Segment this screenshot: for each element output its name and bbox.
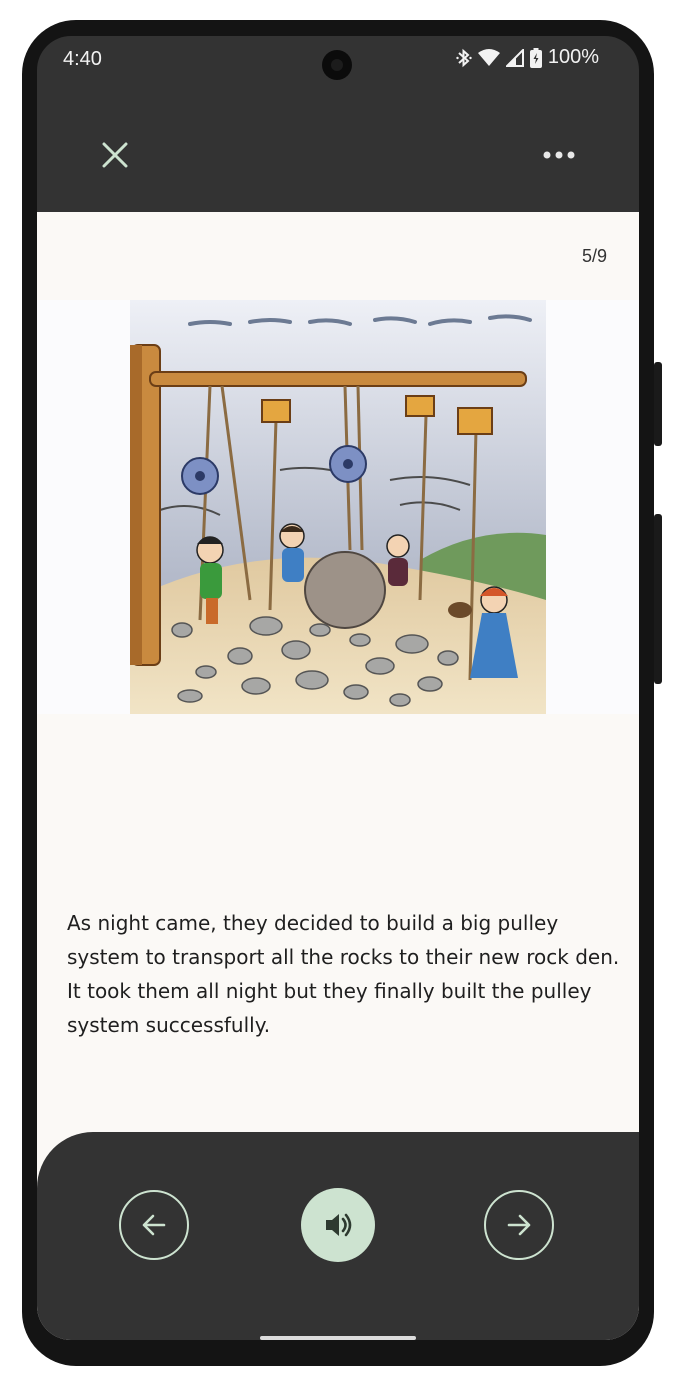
playback-controls — [37, 1132, 639, 1340]
wifi-icon — [477, 48, 500, 66]
speaker-icon — [326, 1213, 352, 1237]
arrow-right-icon — [507, 1214, 531, 1236]
illustration-area — [37, 300, 639, 714]
bluetooth-icon — [456, 48, 472, 67]
read-aloud-button[interactable] — [301, 1188, 375, 1262]
more-horizontal-icon — [543, 151, 575, 159]
more-options-button[interactable] — [535, 136, 583, 174]
status-icons: 100% — [456, 46, 599, 69]
app-bar — [37, 116, 639, 212]
cellular-icon — [505, 48, 524, 67]
volume-button — [654, 514, 662, 684]
home-indicator[interactable] — [260, 1336, 416, 1340]
battery-percent: 100% — [547, 46, 599, 68]
close-button[interactable] — [91, 136, 139, 174]
story-text: As night came, they decided to build a b… — [67, 911, 620, 1037]
story-illustration — [130, 300, 546, 714]
next-page-button[interactable] — [484, 1190, 554, 1260]
status-time: 4:40 — [63, 48, 102, 70]
arrow-left-icon — [142, 1214, 166, 1236]
close-icon — [102, 142, 128, 168]
battery-icon — [529, 47, 542, 68]
status-bar: 4:40 100% — [37, 36, 639, 82]
front-camera — [322, 50, 352, 80]
screen: 4:40 100% 5/9 As night came, they decide… — [37, 36, 639, 1340]
power-button — [654, 362, 662, 446]
page-counter: 5/9 — [581, 246, 607, 266]
previous-page-button[interactable] — [119, 1190, 189, 1260]
